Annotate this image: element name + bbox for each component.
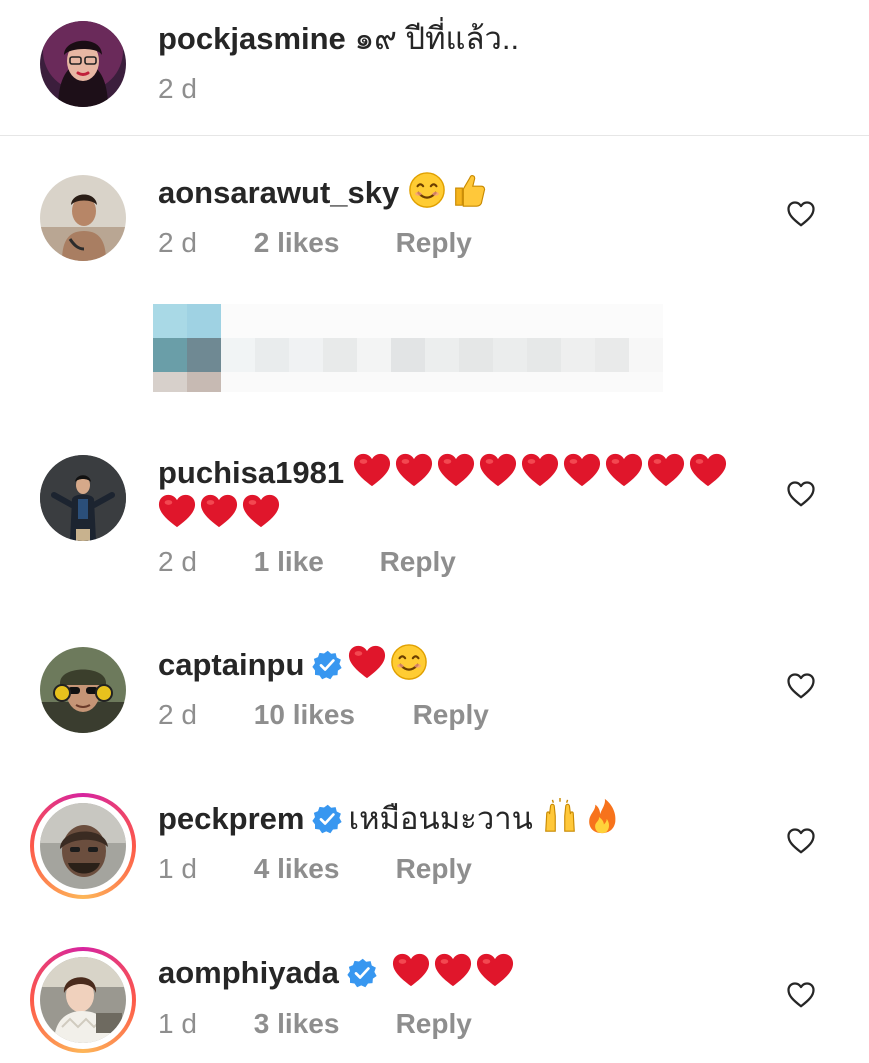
fire-emoji [583, 797, 621, 835]
verified-badge-icon [347, 958, 377, 988]
heart-emoji [563, 451, 601, 489]
verified-badge-icon [312, 650, 342, 680]
heart-emoji [521, 451, 559, 489]
comment-line: captainpu [158, 643, 432, 685]
heart-emoji [434, 951, 472, 989]
heart-emoji [348, 643, 386, 681]
heart-emoji [479, 451, 517, 489]
heart-emoji [392, 951, 430, 989]
avatar[interactable] [40, 21, 126, 107]
comment-username[interactable]: peckprem [158, 801, 304, 836]
heart-emoji [395, 451, 433, 489]
avatar[interactable] [40, 647, 126, 733]
avatar[interactable] [40, 175, 126, 261]
like-heart-icon[interactable] [786, 199, 816, 229]
verified-badge-icon [312, 804, 342, 834]
avatar[interactable] [40, 803, 126, 889]
comment-meta: 2 d 2 likes Reply [158, 225, 472, 261]
comment-username[interactable]: aonsarawut_sky [158, 175, 399, 210]
story-ring[interactable] [30, 947, 136, 1053]
heart-emoji [353, 451, 391, 489]
caption-time: 2 d [158, 73, 197, 104]
heart-emoji [476, 951, 514, 989]
caption-line: pockjasmine ๑๙ ปีที่แล้ว.. [158, 19, 519, 59]
heart-emoji [158, 492, 196, 530]
raised-hands-emoji [541, 797, 579, 835]
comment-text: เหมือนมะวาน [348, 801, 533, 836]
comment-likes[interactable]: 4 likes [254, 851, 388, 887]
reply-button[interactable]: Reply [396, 1006, 472, 1042]
heart-emoji [437, 451, 475, 489]
smile-emoji [408, 171, 446, 209]
comment-time: 1 d [158, 1008, 197, 1039]
reply-button[interactable]: Reply [396, 225, 472, 261]
heart-emoji [647, 451, 685, 489]
reply-button[interactable]: Reply [396, 851, 472, 887]
comment-time: 2 d [158, 699, 197, 730]
comment-line: aonsarawut_sky [158, 171, 492, 213]
comment-likes[interactable]: 3 likes [254, 1006, 388, 1042]
comment-meta: 1 d 4 likes Reply [158, 851, 472, 887]
reply-button[interactable]: Reply [413, 697, 489, 733]
comment-likes[interactable]: 1 like [254, 544, 372, 580]
comment-line: puchisa1981 [158, 451, 731, 493]
comment-time: 2 d [158, 227, 197, 258]
comment-meta: 2 d 10 likes Reply [158, 697, 489, 733]
caption-meta: 2 d [158, 71, 197, 107]
comment-likes[interactable]: 10 likes [254, 697, 405, 733]
comment-line-continued [158, 492, 284, 534]
like-heart-icon[interactable] [786, 826, 816, 856]
avatar[interactable] [40, 957, 126, 1043]
like-heart-icon[interactable] [786, 980, 816, 1010]
heart-emoji [242, 492, 280, 530]
thumbs-up-emoji [450, 171, 488, 209]
caption-username[interactable]: pockjasmine [158, 21, 346, 56]
smile-emoji [390, 643, 428, 681]
reply-button[interactable]: Reply [380, 544, 456, 580]
heart-emoji [200, 492, 238, 530]
comment-meta: 1 d 3 likes Reply [158, 1006, 472, 1042]
comment-username[interactable]: captainpu [158, 647, 304, 682]
comment-username[interactable]: puchisa1981 [158, 455, 344, 490]
story-ring[interactable] [30, 793, 136, 899]
like-heart-icon[interactable] [786, 479, 816, 509]
comment-line: aomphiyada [158, 951, 518, 993]
post-caption: pockjasmine ๑๙ ปีที่แล้ว.. 2 d [0, 0, 869, 136]
caption-text: ๑๙ ปีที่แล้ว.. [354, 21, 520, 56]
heart-emoji [605, 451, 643, 489]
blurred-content [153, 304, 663, 392]
heart-emoji [689, 451, 727, 489]
comment-likes[interactable]: 2 likes [254, 225, 388, 261]
comment-time: 2 d [158, 546, 197, 577]
comment-time: 1 d [158, 853, 197, 884]
like-heart-icon[interactable] [786, 671, 816, 701]
comment-meta: 2 d 1 like Reply [158, 544, 456, 580]
comment-username[interactable]: aomphiyada [158, 955, 339, 990]
avatar[interactable] [40, 455, 126, 541]
comment-line: peckprem เหมือนมะวาน [158, 797, 625, 839]
